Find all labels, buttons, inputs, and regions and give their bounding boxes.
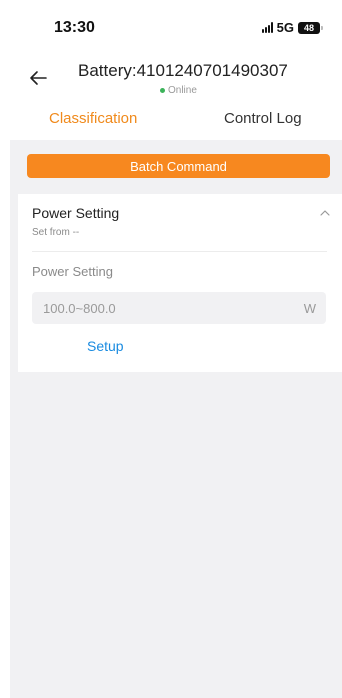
signal-icon xyxy=(261,22,273,33)
chevron-up-icon[interactable] xyxy=(318,206,332,220)
network-label: 5G xyxy=(276,20,294,35)
card-title: Power Setting xyxy=(32,205,120,221)
tab-control-log[interactable]: Control Log xyxy=(224,110,302,127)
tab-classification[interactable]: Classification xyxy=(49,110,137,127)
page-title: Battery:4101240701490307 xyxy=(78,61,288,80)
online-dot-icon xyxy=(160,88,165,93)
batch-command-button[interactable]: Batch Command xyxy=(27,154,330,178)
divider xyxy=(32,251,327,252)
arrow-left-icon[interactable] xyxy=(26,66,50,90)
content-area: Batch Command Power Setting Set from -- … xyxy=(10,140,342,698)
status-indicators: 5G 48 xyxy=(261,20,323,35)
card-subtitle: Set from -- xyxy=(32,227,80,238)
header: Battery:4101240701490307 Online xyxy=(0,52,342,102)
online-status: Online xyxy=(160,85,197,96)
power-setting-card: Power Setting Set from -- Power Setting … xyxy=(18,194,342,372)
online-status-label: Online xyxy=(168,85,197,96)
status-bar: 13:30 5G 48 xyxy=(0,0,342,50)
power-input[interactable] xyxy=(32,299,304,317)
unit-label: W xyxy=(303,300,316,316)
power-setting-label: Power Setting xyxy=(32,264,113,279)
status-time: 13:30 xyxy=(54,19,95,36)
tab-bar: Classification Control Log xyxy=(0,105,342,135)
battery-icon: 48 xyxy=(298,21,323,34)
power-input-wrapper: W xyxy=(32,292,326,324)
setup-button[interactable]: Setup xyxy=(87,338,124,354)
